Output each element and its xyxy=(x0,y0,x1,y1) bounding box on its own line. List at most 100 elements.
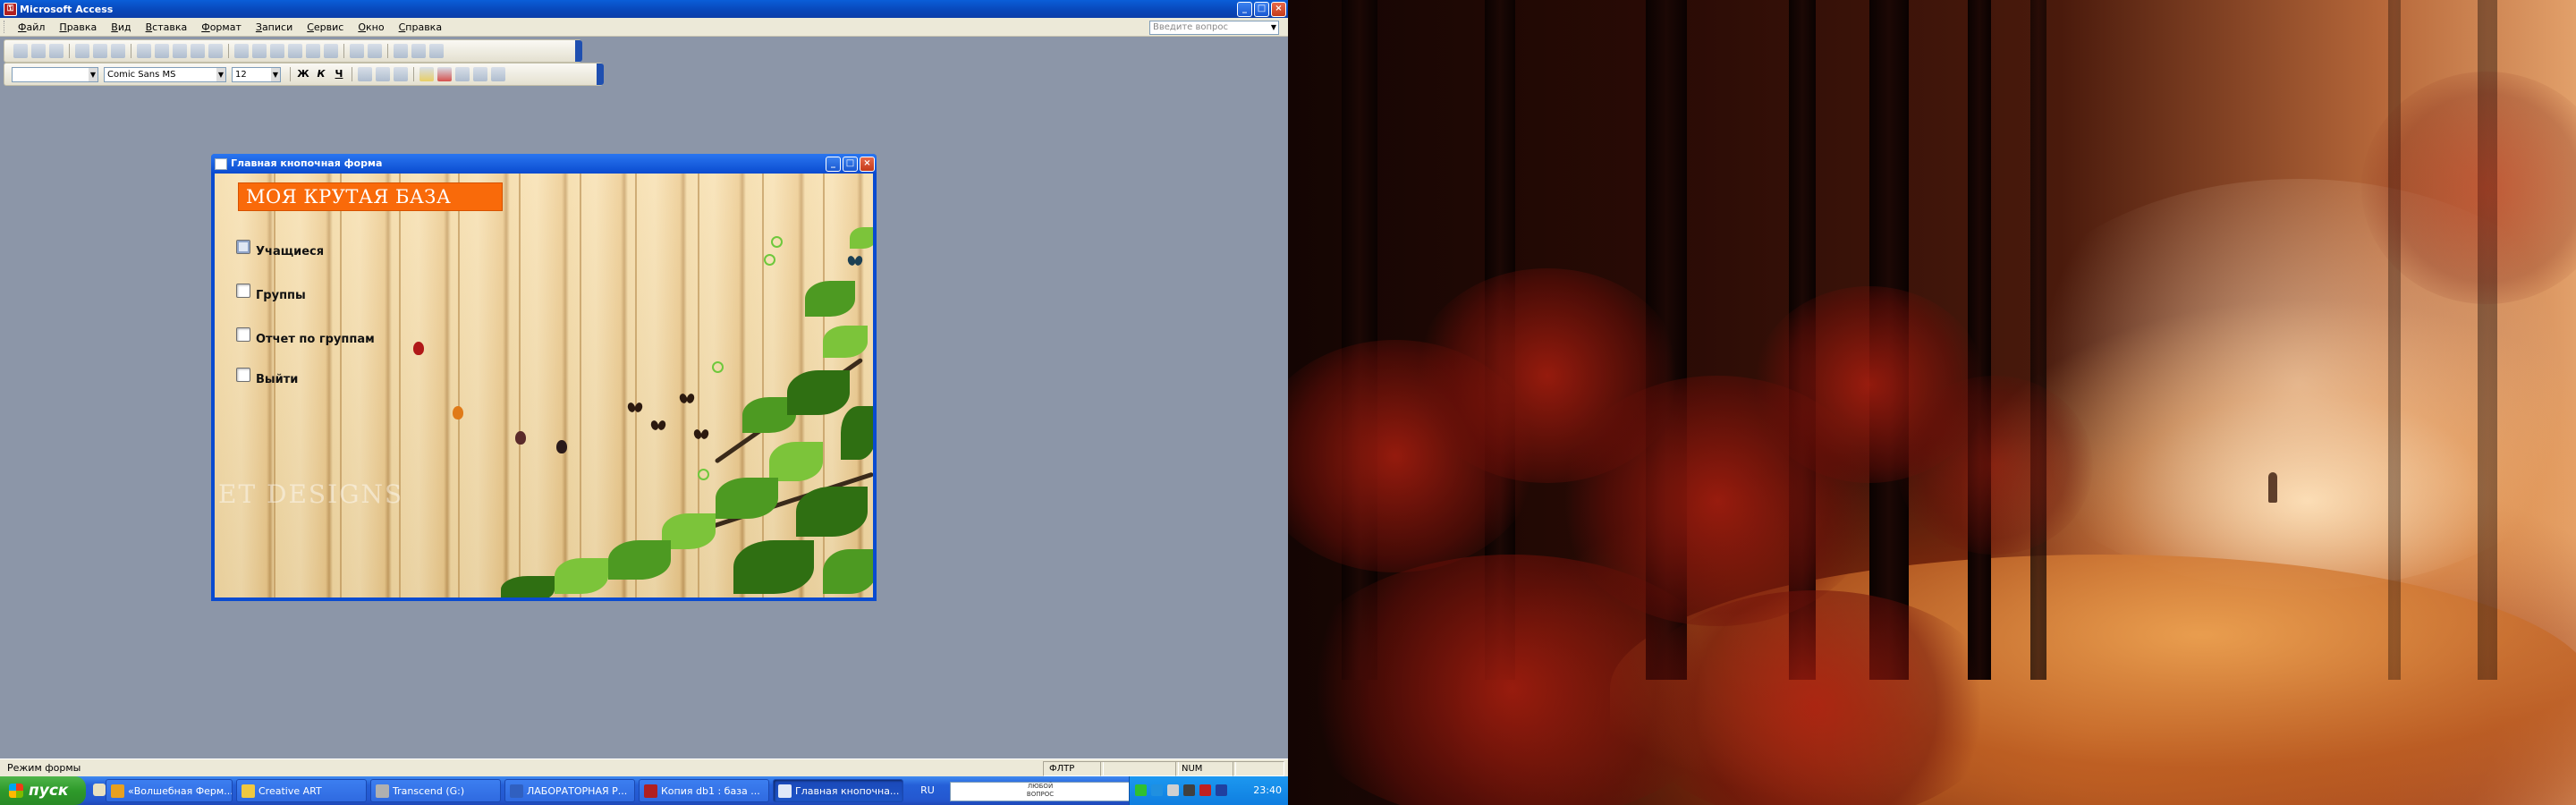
minimize-button[interactable]: _ xyxy=(1237,2,1252,17)
line-color-icon[interactable] xyxy=(455,67,470,81)
taskbar-button[interactable]: Transcend (G:) xyxy=(370,779,501,802)
network-icon[interactable] xyxy=(1151,784,1163,796)
paste-icon[interactable] xyxy=(173,44,187,58)
switchboard-button[interactable] xyxy=(236,284,250,298)
switchboard-button[interactable] xyxy=(236,368,250,382)
toolbar-options-icon[interactable] xyxy=(597,64,604,85)
menu-format[interactable]: Формат xyxy=(194,21,249,33)
switchboard-label[interactable]: Учащиеся xyxy=(256,245,324,258)
sort-desc-icon[interactable] xyxy=(252,44,267,58)
switchboard-item-students[interactable]: Учащиеся xyxy=(236,236,324,258)
app-tray-icon[interactable] xyxy=(1216,784,1227,796)
object-combo[interactable]: ▼ xyxy=(12,66,98,82)
help-question-input[interactable]: Введите вопрос ▼ xyxy=(1149,21,1279,35)
switchboard-button[interactable] xyxy=(236,240,250,254)
chevron-down-icon[interactable]: ▼ xyxy=(216,67,225,81)
menu-edit[interactable]: Правка xyxy=(52,21,104,33)
sort-asc-icon[interactable] xyxy=(234,44,249,58)
fill-color-icon[interactable] xyxy=(419,67,434,81)
filter-form-icon[interactable] xyxy=(288,44,302,58)
antivirus-icon[interactable] xyxy=(1183,784,1195,796)
menu-records[interactable]: Записи xyxy=(249,21,300,33)
database-window-icon[interactable] xyxy=(394,44,408,58)
bubble xyxy=(698,469,709,480)
search-file-icon[interactable] xyxy=(49,44,64,58)
switchboard-item-exit[interactable]: Выйти xyxy=(236,364,298,386)
balloon xyxy=(413,342,424,355)
save-icon[interactable] xyxy=(31,44,46,58)
preview-icon[interactable] xyxy=(93,44,107,58)
language-indicator[interactable]: RU xyxy=(911,776,945,805)
copy-icon[interactable] xyxy=(155,44,169,58)
start-button[interactable]: пуск xyxy=(0,776,86,805)
form-maximize-button[interactable]: □ xyxy=(843,157,858,172)
format-painter-icon[interactable] xyxy=(191,44,205,58)
print-icon[interactable] xyxy=(75,44,89,58)
special-effect-icon[interactable] xyxy=(491,67,505,81)
toolbar-options-icon[interactable] xyxy=(575,40,582,62)
switchboard-label[interactable]: Выйти xyxy=(256,373,298,386)
menu-window[interactable]: Окно xyxy=(351,21,391,33)
menu-insert[interactable]: Вставка xyxy=(139,21,195,33)
quicklaunch-icon[interactable] xyxy=(93,784,106,796)
chevron-down-icon[interactable]: ▼ xyxy=(89,67,97,81)
form-close-button[interactable]: × xyxy=(860,157,875,172)
font-combo[interactable]: Comic Sans MS ▼ xyxy=(104,66,226,82)
undo-icon[interactable] xyxy=(208,44,223,58)
new-record-icon[interactable] xyxy=(350,44,364,58)
butterfly xyxy=(848,256,862,267)
form-titlebar[interactable]: Главная кнопочная форма _ □ × xyxy=(211,154,877,174)
taskbar-button[interactable]: «Волшебная Ферм... xyxy=(106,779,233,802)
speaker-icon[interactable] xyxy=(1167,784,1179,796)
chevron-down-icon[interactable]: ▼ xyxy=(271,67,280,81)
menu-grip[interactable] xyxy=(4,21,7,33)
taskbar-button[interactable]: Копия db1 : база ... xyxy=(639,779,769,802)
apply-filter-icon[interactable] xyxy=(306,44,320,58)
app-titlebar[interactable]: ⚿ Microsoft Access _ □ × xyxy=(0,0,1288,18)
view-icon[interactable] xyxy=(13,44,28,58)
menu-tools[interactable]: Сервис xyxy=(300,21,351,33)
plank-seam xyxy=(580,174,581,597)
taskbar-button[interactable]: ЛАБОРАТОРНАЯ Р... xyxy=(504,779,635,802)
italic-button[interactable]: К xyxy=(314,67,328,81)
switchboard-item-group-report[interactable]: Отчет по группам xyxy=(236,324,375,346)
font-size-combo[interactable]: 12 ▼ xyxy=(232,66,281,82)
spelling-icon[interactable] xyxy=(111,44,125,58)
arrow-icon[interactable] xyxy=(1135,784,1147,796)
taskbar-button[interactable]: Creative ART xyxy=(236,779,367,802)
font-value: Comic Sans MS xyxy=(107,69,176,80)
menu-view[interactable]: Вид xyxy=(104,21,138,33)
search-ad-box[interactable]: ЛЮБОЙ ВОПРОС xyxy=(950,782,1131,801)
align-left-icon[interactable] xyxy=(358,67,372,81)
form-header-text: МОЯ КРУТАЯ БАЗА xyxy=(246,186,452,208)
filter-icon[interactable] xyxy=(270,44,284,58)
align-right-icon[interactable] xyxy=(394,67,408,81)
taskbar-button-active[interactable]: Главная кнопочна... xyxy=(773,779,903,802)
chevron-down-icon[interactable]: ▼ xyxy=(1269,21,1278,34)
menu-file[interactable]: Файл xyxy=(11,21,52,33)
new-object-icon[interactable] xyxy=(411,44,426,58)
bold-button[interactable]: Ж xyxy=(296,67,310,81)
taskbar-button-label: Creative ART xyxy=(258,785,322,797)
formatting-toolbar: ▼ Comic Sans MS ▼ 12 ▼ Ж К Ч xyxy=(4,63,604,86)
help-icon[interactable] xyxy=(429,44,444,58)
switchboard-label[interactable]: Группы xyxy=(256,289,306,302)
cut-icon[interactable] xyxy=(137,44,151,58)
app-tray-icon[interactable] xyxy=(1199,784,1211,796)
clock[interactable]: 23:40 xyxy=(1253,776,1282,805)
switchboard-label[interactable]: Отчет по группам xyxy=(256,333,375,346)
align-center-icon[interactable] xyxy=(376,67,390,81)
line-width-icon[interactable] xyxy=(473,67,487,81)
menu-help[interactable]: Справка xyxy=(392,21,449,33)
font-color-icon[interactable] xyxy=(437,67,452,81)
switchboard-item-groups[interactable]: Группы xyxy=(236,280,306,302)
taskbar: пуск «Волшебная Ферм... Creative ART Tra… xyxy=(0,776,1288,805)
switchboard-button[interactable] xyxy=(236,327,250,342)
close-button[interactable]: × xyxy=(1271,2,1286,17)
red-foliage xyxy=(1896,376,2093,555)
delete-record-icon[interactable] xyxy=(368,44,382,58)
maximize-button[interactable]: □ xyxy=(1254,2,1269,17)
find-icon[interactable] xyxy=(324,44,338,58)
form-minimize-button[interactable]: _ xyxy=(826,157,841,172)
underline-button[interactable]: Ч xyxy=(332,67,346,81)
